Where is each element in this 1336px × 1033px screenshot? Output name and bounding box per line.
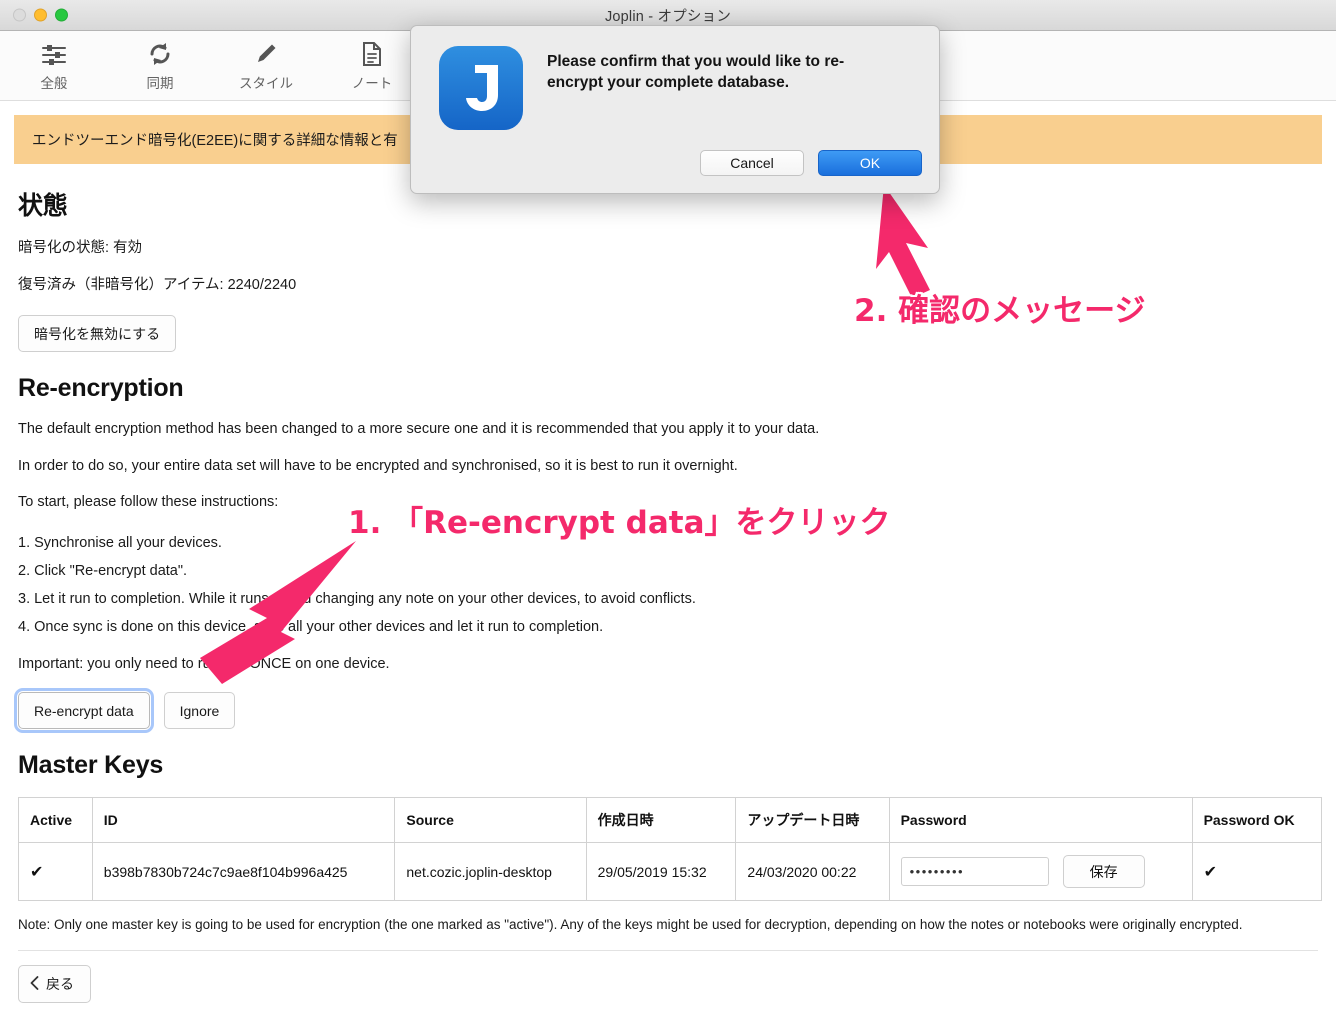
dialog-body: Please confirm that you would like to re… (411, 26, 939, 130)
save-password-button[interactable]: 保存 (1062, 855, 1145, 889)
reencryption-paragraph-2: In order to do so, your entire data set … (18, 457, 738, 474)
table-row: ✔ b398b7830b724c7c9ae8f104b996a425 net.c… (18, 842, 1323, 902)
reencryption-paragraph-1: The default encryption method has been c… (18, 421, 820, 438)
encryption-state-text: 暗号化の状態: 有効 (18, 240, 143, 256)
table-header-row: Active ID Source 作成日時 アップデート日時 Password … (18, 797, 1323, 844)
toolbar-item-note[interactable]: ノート (334, 40, 410, 92)
master-keys-heading: Master Keys (18, 751, 164, 780)
cell-password: ••••••••• 保存 (888, 842, 1193, 902)
window-controls (13, 8, 68, 22)
reencrypt-data-button[interactable]: Re-encrypt data (14, 688, 154, 734)
minimize-button[interactable] (34, 8, 47, 22)
pencil-icon (253, 40, 279, 68)
cell-active: ✔ (18, 842, 93, 902)
toolbar-label: 全般 (40, 75, 68, 91)
dialog-buttons: Cancel OK (700, 150, 922, 176)
dialog-message: Please confirm that you would like to re… (547, 53, 845, 91)
column-header-password: Password (888, 797, 1193, 844)
cell-source: net.cozic.joplin-desktop (394, 842, 587, 902)
disable-encryption-button[interactable]: 暗号化を無効にする (18, 315, 177, 353)
ignore-button[interactable]: Ignore (163, 692, 236, 730)
ok-button[interactable]: OK (818, 150, 922, 176)
cancel-button[interactable]: Cancel (700, 150, 804, 176)
reencryption-important-text: Important: you only need to run this ONC… (18, 655, 390, 672)
settings-content: エンドツーエンド暗号化(E2EE)に関する詳細な情報と有g/e2ee/ 状態 暗… (0, 115, 1336, 1004)
column-header-id: ID (91, 797, 396, 844)
cell-password-ok: ✔ (1191, 842, 1323, 902)
column-header-source: Source (394, 797, 587, 844)
chevron-left-icon (30, 975, 39, 993)
reencryption-step: 4. Once sync is done on this device, syn… (18, 618, 604, 635)
column-header-password-ok: Password OK (1191, 797, 1323, 844)
reencryption-heading: Re-encryption (18, 374, 184, 403)
footer-bar: 戻る (0, 951, 1336, 1004)
toolbar-item-general[interactable]: 全般 (16, 40, 92, 92)
note-icon (360, 40, 384, 68)
toolbar-label: ノート (351, 75, 393, 91)
window-title: Joplin - オプション (604, 8, 732, 25)
toolbar-label: 同期 (146, 75, 174, 91)
joplin-logo-icon (439, 46, 523, 130)
cell-id: b398b7830b724c7c9ae8f104b996a425 (91, 842, 396, 902)
back-button-label: 戻る (46, 976, 74, 993)
close-button[interactable] (13, 8, 26, 22)
column-header-active: Active (18, 797, 93, 844)
sync-icon (147, 40, 173, 68)
cell-created: 29/05/2019 15:32 (585, 842, 737, 902)
maximize-button[interactable] (55, 8, 68, 22)
confirm-dialog: Please confirm that you would like to re… (410, 25, 940, 194)
column-header-created: 作成日時 (585, 797, 737, 844)
back-button[interactable]: 戻る (18, 965, 91, 1004)
password-input[interactable]: ••••••••• (900, 857, 1049, 887)
annotation-step-2: 2. 確認のメッセージ (854, 293, 1146, 329)
master-keys-table: Active ID Source 作成日時 アップデート日時 Password … (18, 797, 1323, 902)
master-keys-note: Note: Only one master key is going to be… (18, 915, 1318, 952)
toolbar-item-sync[interactable]: 同期 (122, 40, 198, 92)
column-header-updated: アップデート日時 (735, 797, 890, 844)
toolbar-item-appearance[interactable]: スタイル (228, 40, 304, 92)
joplin-options-window: Joplin - オプション 全般 同期 スタイル ノート エンドツーエンド暗号… (0, 0, 1336, 1033)
sliders-icon (41, 40, 67, 68)
cell-updated: 24/03/2020 00:22 (735, 842, 890, 902)
reencryption-step: 2. Click "Re-encrypt data". (18, 562, 188, 579)
password-cell-inner: ••••••••• 保存 (900, 855, 1181, 889)
annotation-step-1: 1. 「Re-encrypt data」をクリック (348, 505, 891, 541)
reencryption-button-row: Re-encrypt data Ignore (14, 688, 1336, 734)
toolbar-label: スタイル (239, 75, 293, 91)
reencryption-step: 3. Let it run to completion. While it ru… (18, 590, 696, 607)
banner-text: エンドツーエンド暗号化(E2EE)に関する詳細な情報と有 (32, 133, 398, 149)
